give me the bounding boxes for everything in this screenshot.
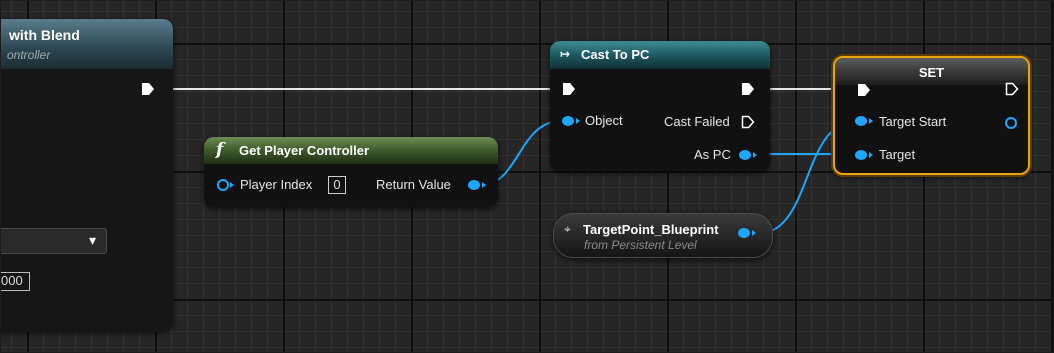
blend-dropdown[interactable]: ▾: [1, 228, 107, 254]
target-point-blueprint-node[interactable]: ⌖ TargetPoint_Blueprint from Persistent …: [553, 213, 773, 258]
as-pc-pin[interactable]: [739, 150, 751, 160]
dropdown-arrow-icon: ▾: [88, 232, 96, 248]
exec-out-pin-blend[interactable]: [141, 82, 155, 96]
return-value-pin[interactable]: [468, 180, 480, 190]
target-start-out-pin[interactable]: [1005, 117, 1017, 129]
target-start-pin-arrow: [869, 118, 873, 124]
function-icon: f: [216, 140, 224, 160]
exec-out-pin-set[interactable]: [1005, 82, 1019, 96]
target-pin[interactable]: [855, 150, 867, 160]
target-start-pin[interactable]: [855, 116, 867, 126]
target-point-out-pin[interactable]: [738, 228, 750, 238]
exec-out-pin-cast[interactable]: [741, 82, 755, 96]
blueprint-graph[interactable]: with Blend ontroller ▾ 000 f Get Player …: [0, 0, 1054, 353]
as-pc-label: As PC: [694, 147, 731, 162]
exec-in-pin-cast[interactable]: [562, 82, 576, 96]
blend-node[interactable]: with Blend ontroller ▾ 000: [1, 19, 173, 331]
blend-node-subtitle: ontroller: [7, 48, 51, 62]
as-pc-pin-arrow: [753, 152, 757, 158]
return-value-pin-arrow: [482, 182, 486, 188]
cast-to-pc-title: Cast To PC: [581, 47, 650, 62]
target-point-out-pin-arrow: [752, 230, 756, 236]
return-value-label: Return Value: [376, 177, 451, 192]
blend-node-title: with Blend: [9, 27, 80, 43]
object-pin-arrow: [576, 118, 580, 124]
player-index-pin-arrow: [230, 182, 234, 188]
get-player-controller-node[interactable]: f Get Player Controller Player Index 0 R…: [204, 137, 498, 207]
actor-reference-icon: ⌖: [564, 222, 571, 236]
target-point-blueprint-subtitle: from Persistent Level: [584, 238, 697, 252]
target-label: Target: [879, 147, 916, 162]
player-index-label: Player Index: [240, 177, 313, 192]
get-player-controller-title: Get Player Controller: [239, 143, 370, 158]
cast-to-pc-node[interactable]: ↦ Cast To PC Object Cast Failed As PC: [550, 41, 770, 171]
target-pin-arrow: [869, 152, 873, 158]
exec-in-pin-set[interactable]: [857, 83, 871, 97]
cast-icon: ↦: [560, 47, 571, 61]
cast-failed-pin[interactable]: [741, 115, 755, 129]
object-pin[interactable]: [562, 116, 574, 126]
player-index-pin[interactable]: [217, 179, 229, 191]
set-node-title: SET: [918, 65, 945, 80]
cast-failed-label: Cast Failed: [664, 114, 730, 129]
set-node[interactable]: SET Target Start Target: [833, 56, 1030, 175]
player-index-field[interactable]: 0: [328, 176, 346, 194]
blend-number-field[interactable]: 000: [1, 272, 30, 291]
object-label: Object: [585, 113, 623, 128]
target-point-blueprint-title: TargetPoint_Blueprint: [583, 222, 719, 237]
target-start-label: Target Start: [879, 114, 947, 129]
